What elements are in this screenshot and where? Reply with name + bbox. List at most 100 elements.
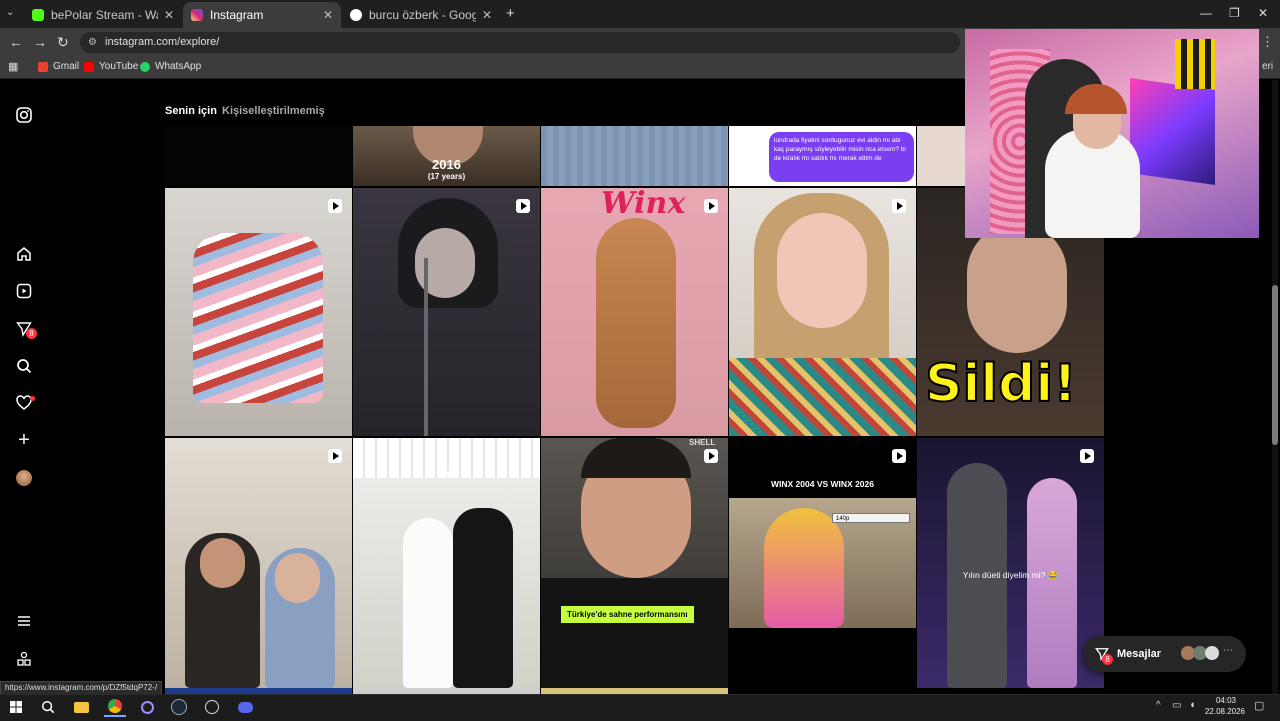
tab-google-search[interactable]: burcu özberk - Google'da Ara ✕ (342, 2, 500, 28)
avatar (1205, 646, 1219, 660)
file-explorer-icon[interactable] (70, 697, 92, 717)
tile-text: SHELL (689, 438, 716, 447)
close-tab-icon[interactable]: ✕ (164, 8, 174, 22)
threads-grid-icon[interactable] (15, 650, 33, 668)
messages-pill[interactable]: 8 Mesajlar ⋯ (1083, 636, 1246, 672)
tile-caption: Türkiye'de sahne performansını (561, 606, 694, 623)
url-text[interactable]: instagram.com/explore/ (105, 36, 219, 48)
bookmark-label: WhatsApp (155, 61, 202, 72)
reel-icon (892, 449, 906, 463)
chrome-icon[interactable] (104, 697, 126, 717)
close-tab-icon[interactable]: ✕ (323, 8, 333, 22)
bookmarks-overflow[interactable]: eri (1262, 61, 1273, 72)
reel-icon (516, 199, 530, 213)
forward-icon[interactable]: → (33, 34, 47, 50)
bookmark-gmail[interactable]: Gmail (38, 61, 79, 72)
search-icon[interactable] (15, 357, 33, 375)
winx-logo: Winx (601, 188, 686, 221)
doll-shape (596, 218, 676, 428)
home-icon[interactable] (15, 245, 33, 263)
minimize-icon[interactable]: — (1200, 6, 1212, 20)
more-dots-icon: ⋯ (1223, 645, 1233, 656)
back-icon[interactable]: ← (9, 34, 23, 50)
explore-tile[interactable] (165, 438, 352, 688)
tab-senin-icin[interactable]: Senin için (165, 105, 217, 117)
taskbar (0, 694, 1280, 721)
explore-tile[interactable] (165, 126, 352, 186)
person-shape (1027, 478, 1077, 688)
reel-icon (704, 449, 718, 463)
explore-tile[interactable] (917, 126, 965, 186)
close-window-icon[interactable]: ✕ (1258, 6, 1268, 20)
scrollbar-thumb[interactable] (1272, 285, 1278, 445)
monitor-shape (1130, 78, 1215, 185)
create-plus-icon[interactable]: + (15, 429, 33, 451)
explore-tile[interactable]: londrada fiyatini sordugunuz evi aldin m… (729, 126, 916, 186)
reel-icon (704, 199, 718, 213)
explore-tile[interactable]: WINX 2004 VS WINX 2026 140p (729, 438, 916, 688)
heart-icon: ♥ (445, 466, 453, 481)
face-shape (967, 223, 1067, 353)
kick-icon (32, 9, 44, 21)
explore-tile[interactable] (541, 126, 728, 186)
gmail-icon (38, 61, 48, 72)
instagram-logo-icon[interactable] (15, 106, 33, 124)
explore-tile[interactable]: 2016 (17 years) (353, 126, 540, 186)
face-shape (777, 213, 867, 328)
notification-center-icon[interactable]: ▢ (1254, 699, 1264, 712)
bookmark-whatsapp[interactable]: WhatsApp (140, 61, 201, 72)
reel-icon (892, 199, 906, 213)
game-icon[interactable] (201, 697, 223, 717)
explore-tile[interactable]: Yılın düeti diyelim mi? 😂 (917, 438, 1104, 688)
volume-icon[interactable]: ◖ (1189, 699, 1196, 711)
tab-bepolar[interactable]: bePolar Stream - Watch Live on ✕ (24, 2, 182, 28)
jersey-shape (1175, 39, 1215, 89)
tab-kisisellestirilmemis[interactable]: Kişiselleştirilmemiş (222, 105, 325, 117)
hair-shape (581, 438, 691, 478)
tile-caption: Yılın düeti diyelim mi? 😂 (962, 570, 1059, 580)
clock-date[interactable]: 22.08.2026 (1200, 707, 1250, 716)
explore-tile[interactable] (729, 188, 916, 436)
tile-caption: 2016 (432, 157, 461, 172)
notification-badge: 8 (26, 328, 37, 339)
activity-dot (30, 396, 35, 401)
profile-avatar[interactable] (16, 470, 32, 486)
google-icon (350, 9, 362, 21)
tab-instagram[interactable]: Instagram ✕ (183, 2, 341, 28)
close-tab-icon[interactable]: ✕ (482, 8, 492, 22)
network-icon[interactable]: ▭ (1172, 700, 1181, 711)
instagram-favicon-icon (191, 9, 203, 21)
reload-icon[interactable]: ↻ (57, 34, 69, 51)
app-icon[interactable] (136, 697, 158, 717)
clock-time[interactable]: 04:03 (1204, 696, 1248, 705)
sweater-shape (729, 358, 916, 436)
tile-caption: WINX 2004 VS WINX 2026 (771, 479, 874, 489)
tab-title: bePolar Stream - Watch Live on (51, 8, 158, 22)
chat-bubble: londrada fiyatini sordugunuz evi aldin m… (769, 132, 914, 182)
bookmark-youtube[interactable]: YouTube (84, 61, 138, 72)
hamburger-menu-icon[interactable] (15, 612, 33, 630)
tab-title: Instagram (210, 8, 264, 22)
explore-tile[interactable]: Winx (541, 188, 728, 436)
explore-tile[interactable] (353, 188, 540, 436)
new-tab-button[interactable]: + (506, 5, 515, 22)
menu-kebab-icon[interactable]: ⋮ (1261, 34, 1274, 50)
bride-shape (403, 518, 453, 688)
discord-icon[interactable] (234, 697, 256, 717)
steam-icon[interactable] (168, 697, 190, 717)
windows-start-icon[interactable] (5, 697, 27, 717)
reels-icon[interactable] (15, 282, 33, 300)
search-icon[interactable] (37, 697, 59, 717)
restore-icon[interactable]: ❐ (1229, 6, 1240, 20)
clothes-pile (193, 233, 323, 403)
explore-tile[interactable]: ♥ (353, 438, 540, 688)
tile-caption: (17 years) (427, 172, 466, 181)
bookmark-label: YouTube (99, 61, 139, 72)
apps-grid-icon[interactable]: ▦ (8, 60, 18, 73)
scrollbar-track[interactable] (1272, 80, 1278, 694)
explore-tile[interactable]: SHELL Türkiye'de sahne performansını (541, 438, 728, 688)
explore-tile[interactable] (165, 188, 352, 436)
site-info-icon[interactable]: ⚙ (88, 37, 97, 48)
tray-chevron-icon[interactable]: ^ (1156, 700, 1161, 711)
tab-search-chevron-icon[interactable]: ⌄ (6, 7, 14, 18)
